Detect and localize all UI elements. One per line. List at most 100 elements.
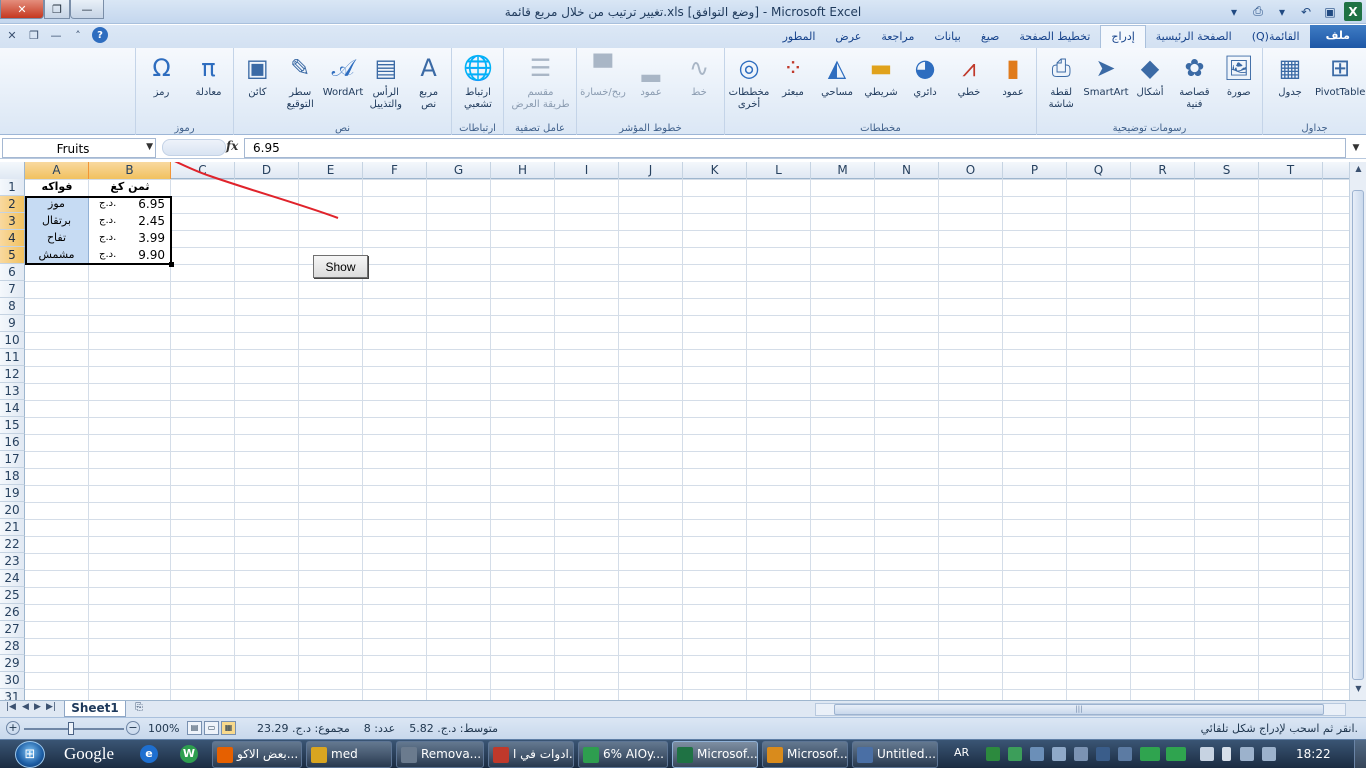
ribbon-button-3-1[interactable]: ▂ عمود (627, 52, 675, 118)
row-header-7[interactable]: 7 (0, 281, 25, 298)
ribbon-button-6-0[interactable]: A مربع نص (407, 52, 450, 118)
row-header-30[interactable]: 30 (0, 672, 25, 689)
tray-device-icon[interactable] (1074, 747, 1088, 761)
network-signal-icon[interactable] (1240, 747, 1254, 761)
tab-menu[interactable]: (Q)القائمة (1242, 27, 1310, 48)
row-header-24[interactable]: 24 (0, 570, 25, 587)
row-header-5[interactable]: 5 (0, 247, 25, 264)
ribbon-button-1-1[interactable]: ✿ قصاصة فنية (1172, 52, 1216, 118)
column-header-g[interactable]: G (427, 162, 491, 179)
vertical-scrollbar[interactable]: ▲ ▼ (1349, 162, 1366, 700)
row-header-12[interactable]: 12 (0, 366, 25, 383)
start-button[interactable]: ⊞ (8, 740, 52, 768)
tab-3[interactable]: تخطيط الصفحة (1009, 27, 1100, 48)
column-header-t[interactable]: T (1259, 162, 1323, 179)
column-header-e[interactable]: E (299, 162, 363, 179)
battery-icon[interactable] (1222, 747, 1231, 761)
ribbon-button-2-0[interactable]: ▮ عمود (991, 52, 1035, 118)
ribbon-button-3-2[interactable]: ▀ ربح/خسارة (579, 52, 627, 118)
chevron-down-icon[interactable]: ▼ (146, 142, 153, 152)
column-header-s[interactable]: S (1195, 162, 1259, 179)
redo-icon[interactable]: ▾ (1272, 2, 1292, 21)
ribbon-button-1-4[interactable]: ⎙ لقطة شاشة (1039, 52, 1083, 118)
fill-handle[interactable] (169, 262, 174, 267)
column-header-j[interactable]: J (619, 162, 683, 179)
column-header-f[interactable]: F (363, 162, 427, 179)
tray-monitor-icon[interactable] (1052, 747, 1066, 761)
column-header-n[interactable]: N (875, 162, 939, 179)
row-header-19[interactable]: 19 (0, 485, 25, 502)
row-header-26[interactable]: 26 (0, 604, 25, 621)
column-header-i[interactable]: I (555, 162, 619, 179)
last-sheet-icon[interactable]: ▶| (46, 702, 56, 712)
ribbon-button-5-0[interactable]: 🌐 ارتباط تشعبي (454, 52, 502, 118)
row-header-29[interactable]: 29 (0, 655, 25, 672)
ribbon-button-7-1[interactable]: Ω رمز (138, 52, 185, 118)
page-layout-view-icon[interactable]: ▭ (204, 721, 219, 735)
row-header-9[interactable]: 9 (0, 315, 25, 332)
zoom-slider[interactable] (24, 728, 124, 730)
scroll-down-icon[interactable]: ▼ (1352, 684, 1365, 697)
row-header-1[interactable]: 1 (0, 179, 25, 196)
taskbar-item-7[interactable]: Untitled.... (852, 741, 938, 768)
taskbar-item-3[interactable]: ادوات في ا... (488, 741, 574, 768)
tab-7[interactable]: عرض (825, 27, 871, 48)
column-header-d[interactable]: D (235, 162, 299, 179)
ribbon-button-1-3[interactable]: ➤ SmartArt (1083, 52, 1128, 118)
horizontal-scroll-thumb[interactable]: ||| (834, 704, 1324, 715)
tray-green2-icon[interactable] (1166, 747, 1186, 761)
row-header-14[interactable]: 14 (0, 400, 25, 417)
column-header-m[interactable]: M (811, 162, 875, 179)
prev-sheet-icon[interactable]: ◀ (22, 702, 29, 712)
column-header-b[interactable]: B (89, 162, 171, 179)
close-workbook-icon[interactable]: ✕ (4, 27, 20, 43)
restore-workbook-icon[interactable]: ❐ (26, 27, 42, 43)
ribbon-button-2-2[interactable]: ◕ دائري (903, 52, 947, 118)
expand-formula-bar-icon[interactable]: ▼ (1348, 139, 1364, 157)
cell-b1[interactable]: ثمن كغ (89, 179, 171, 196)
column-header-h[interactable]: H (491, 162, 555, 179)
tab-5[interactable]: بيانات (924, 27, 971, 48)
row-header-3[interactable]: 3 (0, 213, 25, 230)
customize-qat-icon[interactable]: ▾ (1224, 2, 1244, 21)
next-sheet-icon[interactable]: ▶ (34, 702, 41, 712)
row-header-16[interactable]: 16 (0, 434, 25, 451)
zoom-out-icon[interactable]: − (126, 721, 140, 735)
zoom-slider-knob[interactable] (68, 722, 74, 735)
scroll-up-icon[interactable]: ▲ (1352, 164, 1365, 177)
tray-app-icon[interactable] (986, 747, 1000, 761)
row-header-25[interactable]: 25 (0, 587, 25, 604)
tab-6[interactable]: مراجعة (871, 27, 924, 48)
vertical-scroll-thumb[interactable] (1352, 190, 1364, 680)
row-header-31[interactable]: 31 (0, 689, 25, 700)
zoom-level[interactable]: 100% (148, 722, 179, 735)
row-header-13[interactable]: 13 (0, 383, 25, 400)
select-all-corner[interactable] (0, 162, 25, 179)
row-header-8[interactable]: 8 (0, 298, 25, 315)
show-desktop-button[interactable] (1354, 740, 1366, 768)
volume-icon[interactable] (1262, 747, 1276, 761)
name-box[interactable]: Fruits ▼ (2, 138, 156, 158)
column-header-c[interactable]: C (171, 162, 235, 179)
excel-logo-icon[interactable]: X (1344, 2, 1362, 21)
help-icon[interactable]: ? (92, 27, 108, 43)
undo-icon[interactable]: ↶ (1296, 2, 1316, 21)
formula-input[interactable]: 6.95 (244, 138, 1346, 158)
chevron-up-icon[interactable]: ˄ (70, 27, 86, 43)
row-header-4[interactable]: 4 (0, 230, 25, 247)
tab-8[interactable]: المطور (773, 27, 826, 48)
column-header-q[interactable]: Q (1067, 162, 1131, 179)
tray-shield-icon[interactable] (1008, 747, 1022, 761)
row-header-20[interactable]: 20 (0, 502, 25, 519)
internet-explorer-icon[interactable]: e (140, 745, 158, 763)
language-indicator[interactable]: AR (954, 746, 969, 759)
tab-4[interactable]: صيغ (971, 27, 1010, 48)
column-header-k[interactable]: K (683, 162, 747, 179)
ribbon-button-6-4[interactable]: ▣ كائن (236, 52, 279, 118)
row-header-6[interactable]: 6 (0, 264, 25, 281)
column-header-o[interactable]: O (939, 162, 1003, 179)
ribbon-button-1-2[interactable]: ◆ أشكال (1128, 52, 1172, 118)
cell-a1[interactable]: فواكه (25, 179, 89, 196)
row-header-21[interactable]: 21 (0, 519, 25, 536)
ribbon-button-0-1[interactable]: ▦ جدول (1265, 52, 1315, 118)
